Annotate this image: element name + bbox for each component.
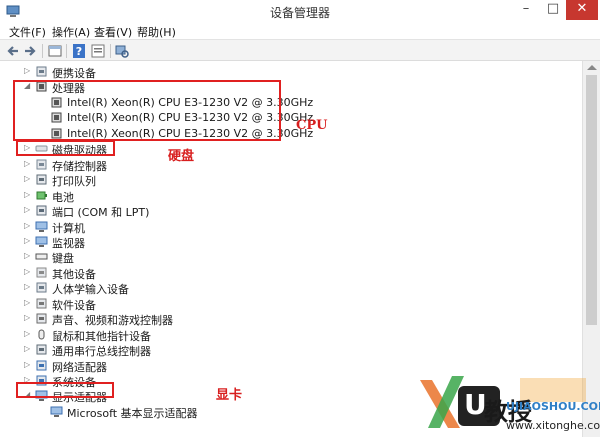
gpu-highlight-box xyxy=(16,382,114,398)
tree-category-item[interactable]: ▷ 其他设备 xyxy=(0,265,580,281)
maximize-button[interactable]: □ xyxy=(540,0,566,20)
print-queue-icon xyxy=(36,174,47,185)
disk-annotation: 硬盘 xyxy=(168,149,195,164)
forward-icon[interactable] xyxy=(22,43,38,59)
menu-file[interactable]: 文件(F) xyxy=(9,24,46,40)
close-button[interactable]: ✕ xyxy=(566,0,598,20)
expand-icon[interactable]: ▷ xyxy=(24,314,32,322)
window-title: 设备管理器 xyxy=(269,6,330,20)
menu-bar: 文件(F) 操作(A) 查看(V) 帮助(H) xyxy=(0,22,600,39)
expand-icon[interactable]: ▷ xyxy=(24,236,32,245)
storage-controller-icon xyxy=(36,159,47,170)
expand-icon[interactable]: ▷ xyxy=(24,283,32,291)
disk-highlight-box xyxy=(16,140,115,156)
network-adapter-icon xyxy=(36,360,47,371)
hid-icon xyxy=(36,282,47,293)
tree-category-item[interactable]: ▷ 通用串行总线控制器 xyxy=(0,342,580,358)
toolbar-separator xyxy=(66,44,67,58)
title-bar: 设备管理器 – □ ✕ xyxy=(0,0,600,22)
scroll-up-icon[interactable] xyxy=(587,65,597,70)
toolbar: ? xyxy=(0,39,600,61)
expand-icon[interactable]: ▷ xyxy=(24,221,32,230)
back-icon[interactable] xyxy=(5,43,21,59)
expand-icon[interactable]: ▷ xyxy=(24,345,32,353)
computer-icon xyxy=(35,221,48,232)
expand-icon[interactable]: ▷ xyxy=(24,67,32,75)
menu-action[interactable]: 操作(A) xyxy=(52,24,90,40)
tree-category-item[interactable]: ▷ 电池 xyxy=(0,188,580,204)
battery-icon xyxy=(36,191,47,200)
watermark-url: www.xitonghe.com xyxy=(506,419,600,432)
expand-icon[interactable]: ▷ xyxy=(24,267,32,276)
scroll-thumb[interactable] xyxy=(586,75,597,325)
device-properties-icon[interactable] xyxy=(90,43,106,59)
tree-category-item[interactable]: ▷ 打印队列 xyxy=(0,172,580,188)
watermark-subtext: UJIAOSHOU.COM xyxy=(506,400,600,413)
sound-icon xyxy=(36,313,47,324)
usb-icon xyxy=(36,344,47,355)
monitor-icon xyxy=(35,236,48,247)
display-device-icon xyxy=(50,406,63,417)
watermark-logo: U 教授 UJIAOSHOU.COM www.xitonghe.com xyxy=(408,368,600,437)
tree-category-item[interactable]: ▷ 人体学输入设备 xyxy=(0,280,580,296)
tree-category-item[interactable]: ▷ 端口 (COM 和 LPT) xyxy=(0,203,580,219)
expand-icon[interactable]: ▷ xyxy=(24,159,32,168)
tree-category-item[interactable]: ▷ 声音、视频和游戏控制器 xyxy=(0,311,580,327)
expand-icon[interactable]: ▷ xyxy=(24,252,32,260)
tree-category-item[interactable]: ▷ 便携设备 xyxy=(0,64,580,80)
tree-category-item[interactable]: ▷ 键盘 xyxy=(0,249,580,266)
help-icon[interactable]: ? xyxy=(71,43,87,59)
tree-category-item[interactable]: ▷ 存储控制器 xyxy=(0,157,580,173)
tree-category-item[interactable]: ▷ 软件设备 xyxy=(0,296,580,312)
properties-view-icon[interactable] xyxy=(47,43,63,59)
expand-icon[interactable]: ▷ xyxy=(24,360,32,369)
scan-hardware-icon[interactable] xyxy=(114,43,130,59)
toolbar-separator xyxy=(42,44,43,58)
gpu-annotation: 显卡 xyxy=(216,388,243,403)
port-icon xyxy=(36,205,47,216)
expand-icon[interactable]: ▷ xyxy=(24,175,32,183)
expand-icon[interactable]: ▷ xyxy=(24,329,32,338)
software-device-icon xyxy=(36,298,47,309)
tree-category-item[interactable]: ▷ 计算机 xyxy=(0,219,580,235)
other-device-icon xyxy=(36,267,47,278)
tree-item-label: Microsoft 基本显示适配器 xyxy=(67,406,198,420)
portable-device-icon xyxy=(36,66,47,77)
minimize-button[interactable]: – xyxy=(513,0,539,20)
keyboard-icon xyxy=(35,253,48,260)
expand-icon[interactable]: ▷ xyxy=(24,190,32,199)
mouse-icon xyxy=(38,329,45,340)
tree-category-item[interactable]: ▷ 监视器 xyxy=(0,234,580,250)
tree-category-item[interactable]: ▷ 鼠标和其他指针设备 xyxy=(0,327,580,343)
cpu-highlight-box xyxy=(13,80,281,141)
cpu-annotation: CPU xyxy=(296,118,328,133)
menu-help[interactable]: 帮助(H) xyxy=(137,24,176,40)
svg-text:?: ? xyxy=(76,45,82,58)
toolbar-separator xyxy=(110,44,111,58)
menu-view[interactable]: 查看(V) xyxy=(94,24,132,40)
expand-icon[interactable]: ▷ xyxy=(24,206,32,214)
expand-icon[interactable]: ▷ xyxy=(24,298,32,307)
